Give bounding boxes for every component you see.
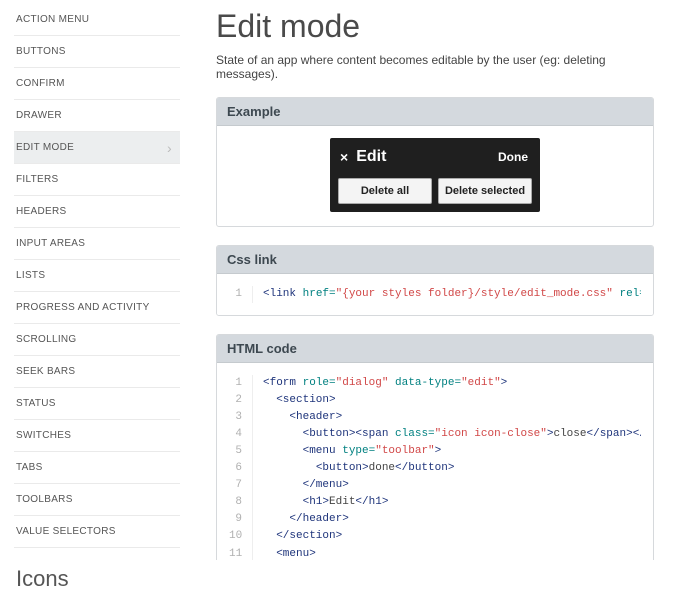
- sidebar-item-drawer[interactable]: DRAWER: [14, 100, 180, 132]
- css-link-panel-header: Css link: [217, 246, 653, 274]
- sidebar-item-input-areas[interactable]: INPUT AREAS: [14, 228, 180, 260]
- css-code-block: 1 <link href="{your styles folder}/style…: [217, 274, 653, 315]
- sidebar-item-scrolling[interactable]: SCROLLING: [14, 324, 180, 356]
- main-content: Edit mode State of an app where content …: [180, 0, 676, 560]
- sidebar-item-progress-and-activity[interactable]: PROGRESS AND ACTIVITY: [14, 292, 180, 324]
- delete-all-button[interactable]: Delete all: [338, 178, 432, 204]
- page-title: Edit mode: [216, 8, 654, 45]
- html-code-panel: HTML code 1<form role="dialog" data-type…: [216, 334, 654, 560]
- page-description: State of an app where content becomes ed…: [216, 53, 654, 81]
- code-line: 5 <menu type="toolbar">: [229, 443, 641, 460]
- sidebar-item-value-selectors[interactable]: VALUE SELECTORS: [14, 516, 180, 548]
- sidebar-item-filters[interactable]: FILTERS: [14, 164, 180, 196]
- sidebar-item-lists[interactable]: LISTS: [14, 260, 180, 292]
- code-line: 4 <button><span class="icon icon-close">…: [229, 426, 641, 443]
- close-icon[interactable]: ×: [340, 149, 348, 165]
- sidebar-item-headers[interactable]: HEADERS: [14, 196, 180, 228]
- code-line: 6 <button>done</button>: [229, 460, 641, 477]
- sidebar-item-seek-bars[interactable]: SEEK BARS: [14, 356, 180, 388]
- delete-selected-button[interactable]: Delete selected: [438, 178, 532, 204]
- code-line: 11 <menu>: [229, 546, 641, 560]
- edit-mode-widget: × Edit Done Delete all Delete selected: [330, 138, 540, 212]
- html-code-block: 1<form role="dialog" data-type="edit">2 …: [217, 363, 653, 560]
- code-line: 2 <section>: [229, 392, 641, 409]
- sidebar-section-icons: Icons: [14, 548, 180, 598]
- edit-mode-actions: Delete all Delete selected: [336, 174, 534, 206]
- edit-mode-header: × Edit Done: [336, 144, 534, 174]
- code-line: 1 <link href="{your styles folder}/style…: [229, 286, 641, 303]
- html-code-panel-header: HTML code: [217, 335, 653, 363]
- example-panel: Example × Edit Done Delete all Delete se…: [216, 97, 654, 227]
- code-line: 8 <h1>Edit</h1>: [229, 494, 641, 511]
- edit-mode-title: Edit: [356, 148, 498, 166]
- sidebar-item-toolbars[interactable]: TOOLBARS: [14, 484, 180, 516]
- code-line: 9 </header>: [229, 511, 641, 528]
- sidebar-item-action-menu[interactable]: ACTION MENU: [14, 4, 180, 36]
- css-link-panel: Css link 1 <link href="{your styles fold…: [216, 245, 654, 316]
- example-panel-header: Example: [217, 98, 653, 126]
- code-line: 1<form role="dialog" data-type="edit">: [229, 375, 641, 392]
- sidebar: ACTION MENUBUTTONSCONFIRMDRAWEREDIT MODE…: [0, 0, 180, 560]
- code-line: 3 <header>: [229, 409, 641, 426]
- code-line: 7 </menu>: [229, 477, 641, 494]
- sidebar-item-confirm[interactable]: CONFIRM: [14, 68, 180, 100]
- sidebar-item-edit-mode[interactable]: EDIT MODE: [14, 132, 180, 164]
- done-button[interactable]: Done: [498, 150, 528, 164]
- sidebar-item-status[interactable]: STATUS: [14, 388, 180, 420]
- sidebar-item-tabs[interactable]: TABS: [14, 452, 180, 484]
- sidebar-item-switches[interactable]: SWITCHES: [14, 420, 180, 452]
- code-line: 10 </section>: [229, 528, 641, 545]
- sidebar-item-buttons[interactable]: BUTTONS: [14, 36, 180, 68]
